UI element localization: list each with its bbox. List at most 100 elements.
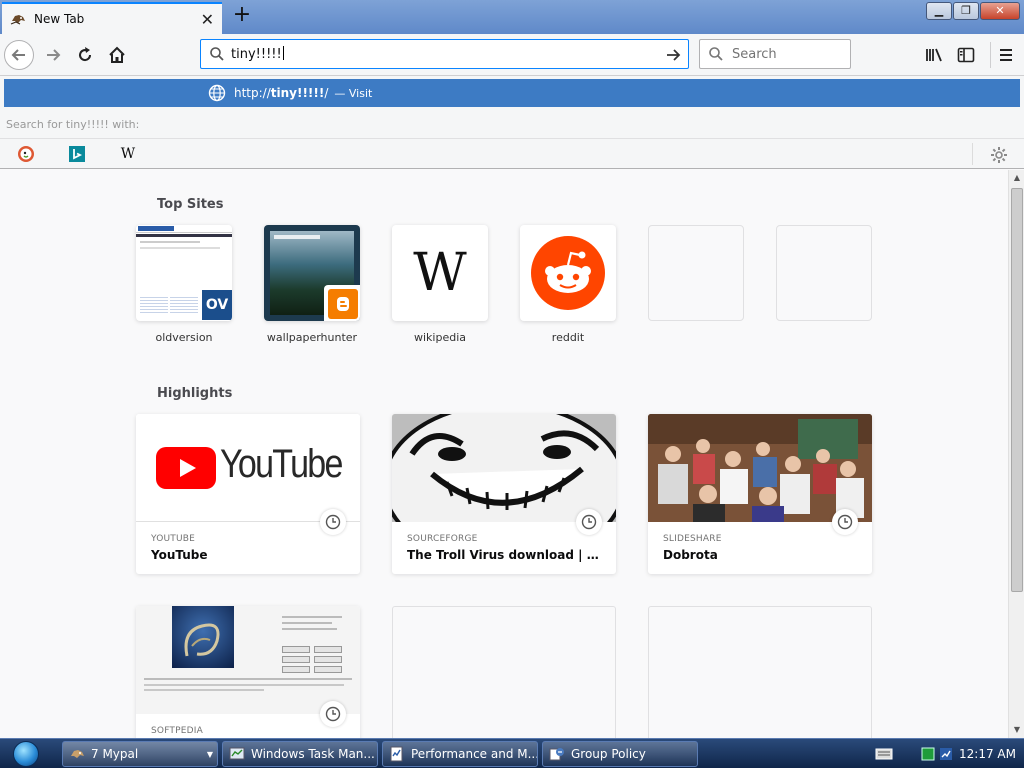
top-sites-heading: Top Sites xyxy=(157,197,224,212)
home-button-icon[interactable] xyxy=(102,40,132,70)
top-site-reddit[interactable]: reddit xyxy=(520,225,616,344)
bing-icon[interactable] xyxy=(66,144,88,164)
back-button-icon[interactable] xyxy=(4,40,34,70)
toolbar-separator xyxy=(990,42,991,68)
mypal-logo-icon xyxy=(71,750,84,758)
history-clock-icon xyxy=(320,509,346,535)
tab-new-tab[interactable]: New Tab ✕ xyxy=(2,2,222,34)
scrollbar-thumb[interactable] xyxy=(1011,188,1023,592)
highlight-source: SLIDESHARE xyxy=(663,534,722,544)
highlight-source: YOUTUBE xyxy=(151,534,196,544)
history-clock-icon xyxy=(320,701,346,727)
windows-start-orb-icon xyxy=(13,741,39,767)
scroll-up-arrow-icon[interactable]: ▲ xyxy=(1009,170,1024,186)
url-suggestion-popup: http://tiny!!!!!/ — Visit Search for tin… xyxy=(0,76,1024,169)
top-site-thumbnail: W xyxy=(392,225,488,321)
mypal-logo-icon xyxy=(10,15,25,25)
new-tab-plus-icon[interactable]: + xyxy=(232,4,252,27)
minimize-button-icon[interactable]: ▁ xyxy=(926,2,952,20)
youtube-wordmark: YouTube xyxy=(220,442,343,486)
globe-icon xyxy=(208,84,226,102)
visit-suggestion-row[interactable]: http://tiny!!!!!/ — Visit xyxy=(4,79,1020,107)
taskbar-clock[interactable]: 12:17 AM xyxy=(959,747,1016,761)
scroll-down-arrow-icon[interactable]: ▼ xyxy=(1009,722,1024,738)
taskbar-item-label: Group Policy xyxy=(571,747,646,761)
network-icon[interactable] xyxy=(939,747,953,761)
top-site-wikipedia[interactable]: W wikipedia xyxy=(392,225,488,344)
top-site-wallpaperhunter[interactable]: wallpaperhunter xyxy=(264,225,360,344)
menu-hamburger-icon[interactable] xyxy=(992,40,1020,70)
taskbar-item-performance-monitor[interactable]: Performance and M... xyxy=(382,741,538,767)
top-site-label: reddit xyxy=(551,331,585,344)
empty-site-placeholder xyxy=(776,225,872,321)
oldversion-logo-icon: OV xyxy=(202,290,232,320)
highlights-heading: Highlights xyxy=(157,386,233,401)
system-tray: 12:17 AM xyxy=(875,739,1024,768)
go-arrow-icon[interactable] xyxy=(664,46,682,64)
wikipedia-icon[interactable]: W xyxy=(117,144,139,164)
group-policy-icon xyxy=(549,748,564,761)
maximize-button-icon[interactable]: ❐ xyxy=(953,2,979,20)
highlight-source: SOFTPEDIA xyxy=(151,726,203,736)
windows-taskbar: 7 Mypal ▼ Windows Task Man... Performanc… xyxy=(0,738,1024,768)
sidebar-toggle-icon[interactable] xyxy=(952,40,980,70)
library-icon[interactable] xyxy=(920,40,948,70)
highlight-card-slideshare[interactable]: SLIDESHARE Dobrota xyxy=(648,414,872,574)
tray-app-icon[interactable] xyxy=(921,747,935,761)
highlight-placeholder xyxy=(392,606,616,738)
suggestion-action: — Visit xyxy=(334,86,373,100)
taskbar-item-mypal[interactable]: 7 Mypal ▼ xyxy=(62,741,218,767)
highlight-card-softpedia[interactable]: SOFTPEDIA xyxy=(136,606,360,738)
empty-site-placeholder xyxy=(648,225,744,321)
tab-close-icon[interactable]: ✕ xyxy=(201,10,214,29)
start-button[interactable] xyxy=(6,740,46,768)
history-clock-icon xyxy=(576,509,602,535)
highlight-image xyxy=(136,606,360,714)
nav-toolbar: tiny!!!!! Search xyxy=(0,34,1024,76)
trollface-image xyxy=(392,414,616,522)
url-input-value[interactable]: tiny!!!!! xyxy=(231,46,284,62)
taskbar-item-label: Windows Task Man... xyxy=(251,747,375,761)
url-bar[interactable]: tiny!!!!! xyxy=(200,39,689,69)
duckduckgo-icon[interactable] xyxy=(15,144,37,164)
top-site-label: wikipedia xyxy=(413,331,466,344)
app-screenshot-artwork xyxy=(172,606,234,668)
search-bar[interactable]: Search xyxy=(699,39,851,69)
youtube-play-icon xyxy=(156,447,216,489)
highlight-image: YouTube xyxy=(136,414,360,522)
close-window-button-icon[interactable]: ✕ xyxy=(980,2,1020,20)
highlight-title: Dobrota xyxy=(663,548,718,562)
taskbar-item-task-manager[interactable]: Windows Task Man... xyxy=(222,741,378,767)
highlight-card-youtube[interactable]: YouTube YOUTUBE YouTube xyxy=(136,414,360,574)
highlight-card-sourceforge[interactable]: SOURCEFORGE The Troll Virus download | S… xyxy=(392,414,616,574)
search-icon xyxy=(709,47,723,61)
taskbar-item-label: Performance and M... xyxy=(411,747,538,761)
classroom-photo-image xyxy=(648,414,872,522)
search-input-placeholder[interactable]: Search xyxy=(732,47,777,62)
highlight-image xyxy=(392,414,616,522)
reload-button-icon[interactable] xyxy=(70,40,100,70)
task-manager-icon xyxy=(229,747,245,760)
highlight-image xyxy=(648,414,872,522)
top-site-oldversion[interactable]: OV oldversion xyxy=(136,225,232,344)
title-bar: New Tab ✕ + ▁ ❐ ✕ xyxy=(0,0,1024,34)
engines-separator xyxy=(972,143,973,165)
highlight-title: YouTube xyxy=(151,548,208,562)
search-settings-gear-icon[interactable] xyxy=(988,144,1010,166)
keyboard-icon[interactable] xyxy=(875,747,893,761)
taskbar-item-group-policy[interactable]: Group Policy xyxy=(542,741,698,767)
tab-title: New Tab xyxy=(34,12,85,26)
page-scrollbar[interactable]: ▲ ▼ xyxy=(1008,170,1024,738)
top-site-thumbnail xyxy=(520,225,616,321)
top-site-thumbnail: OV xyxy=(136,225,232,321)
highlight-placeholder xyxy=(648,606,872,738)
new-tab-content: Top Sites OV oldversion wallpaperhunter xyxy=(0,170,1008,738)
top-site-label: oldversion xyxy=(155,331,213,344)
forward-button-icon[interactable] xyxy=(38,40,68,70)
taskbar-item-label: 7 Mypal xyxy=(91,747,139,761)
suggestion-url: http://tiny!!!!!/ xyxy=(234,86,329,100)
blogger-logo-icon xyxy=(328,289,358,319)
wikipedia-logo-icon: W xyxy=(413,243,467,303)
highlight-title: The Troll Virus download | SourceForge.n… xyxy=(407,548,607,562)
reddit-logo-icon xyxy=(531,236,605,310)
